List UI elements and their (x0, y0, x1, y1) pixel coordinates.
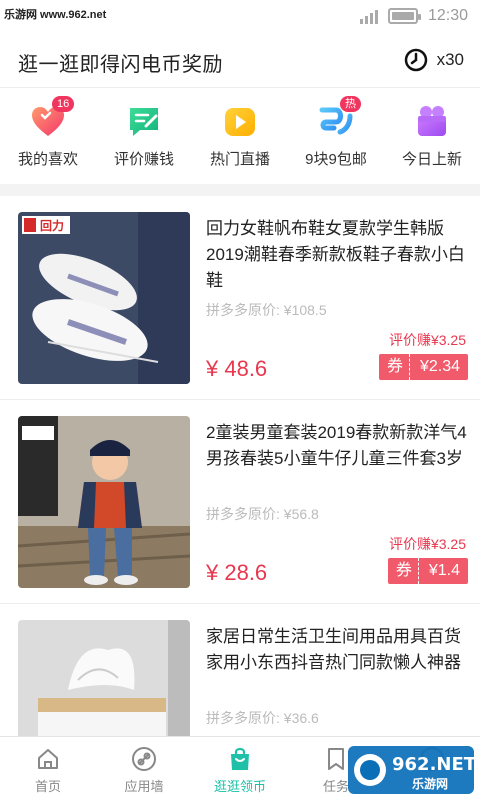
product-image[interactable] (18, 416, 190, 588)
page-title: 逛一逛即得闪电币奖励 (18, 54, 223, 76)
brand-tag: 回力 (40, 218, 64, 233)
category-row: 16 我的喜欢 评价赚钱 热门直播 热 9块9包邮 今日上新 (0, 88, 480, 184)
clock-coin-icon (404, 48, 427, 72)
section-divider (0, 184, 480, 196)
original-price: 拼多多原价: ¥36.6 (206, 710, 319, 726)
tab-label: 逛逛领币 (213, 779, 266, 794)
original-price: 拼多多原价: ¥56.8 (206, 506, 319, 522)
category-live[interactable]: 热门直播 (192, 88, 288, 184)
home-icon (38, 749, 58, 769)
favorites-badge: 16 (52, 96, 75, 112)
link-icon (132, 747, 156, 771)
product-title: 家居日常生活卫生间用品用具百货家用小东西抖音热门同款懒人神器 (206, 627, 461, 672)
product-price: ¥ 48.6 (206, 356, 268, 381)
live-icon (225, 108, 255, 136)
review-icon (130, 108, 158, 136)
product-card[interactable]: 家居日常生活卫生间用品用具百货家用小东西抖音热门同款懒人神器 拼多多原价: ¥3… (0, 604, 480, 736)
category-review[interactable]: 评价赚钱 (96, 88, 192, 184)
tab-label: 任务 (322, 779, 349, 794)
site-watermark-logo: 962.NET 乐游网 (348, 746, 474, 794)
tab-label: 应用墙 (124, 779, 164, 794)
category-label: 热门直播 (209, 151, 270, 168)
category-new-today[interactable]: 今日上新 (384, 88, 480, 184)
logo-text-cn: 乐游网 (412, 776, 448, 791)
tab-home[interactable]: 首页 (0, 737, 96, 800)
nine-yuan-badge: 热 (340, 96, 361, 112)
review-rebate: 评价赚¥3.25 (388, 332, 466, 348)
tab-label: 首页 (34, 779, 61, 794)
coupon-label: 券 (379, 354, 410, 380)
original-price: 拼多多原价: ¥108.5 (206, 302, 327, 318)
product-title: 2童装男童套装2019春款新款洋气4男孩春装5小童牛仔儿童三件套3岁 (206, 423, 467, 468)
review-rebate: 评价赚¥3.25 (388, 536, 466, 552)
product-list: 回力 回力女鞋帆布鞋女夏款学生韩版2019潮鞋春季新款板鞋子春款小白鞋 拼多多原… (0, 196, 480, 736)
signal-icon (359, 8, 378, 24)
product-image[interactable]: 回力 (18, 212, 190, 384)
coupon-button[interactable]: 券 ¥2.34 (378, 354, 468, 380)
category-label: 今日上新 (401, 151, 462, 168)
battery-icon (387, 8, 421, 24)
category-nine-yuan[interactable]: 热 9块9包邮 (288, 88, 384, 184)
coupon-value: ¥2.34 (419, 358, 460, 375)
clock: 12:30 (427, 7, 468, 24)
coin-counter[interactable]: x30 (403, 47, 464, 73)
logo-text-brand: 962.NET (392, 754, 474, 775)
watermark-text: 乐游网 www.962.net (4, 9, 107, 21)
category-label: 我的喜欢 (17, 151, 78, 168)
category-label: 9块9包邮 (305, 151, 367, 168)
bookmark-icon (328, 748, 344, 770)
tab-app-wall[interactable]: 应用墙 (96, 737, 192, 800)
product-image[interactable] (18, 620, 190, 736)
category-favorites[interactable]: 16 我的喜欢 (0, 88, 96, 184)
shopping-bag-icon (231, 747, 249, 770)
status-bar: 乐游网 www.962.net 12:30 (0, 0, 480, 34)
coupon-value: ¥1.4 (428, 562, 460, 579)
product-title: 回力女鞋帆布鞋女夏款学生韩版2019潮鞋春季新款板鞋子春款小白鞋 (206, 219, 465, 290)
coupon-button[interactable]: 券 ¥1.4 (387, 558, 468, 584)
product-card[interactable]: 回力 回力女鞋帆布鞋女夏款学生韩版2019潮鞋春季新款板鞋子春款小白鞋 拼多多原… (0, 196, 480, 400)
coupon-label: 券 (388, 558, 419, 584)
product-price: ¥ 28.6 (206, 560, 268, 585)
coin-count: x30 (436, 50, 464, 69)
product-card[interactable]: 2童装男童套装2019春款新款洋气4男孩春装5小童牛仔儿童三件套3岁 拼多多原价… (0, 400, 480, 604)
header-bar: 逛一逛即得闪电币奖励 x30 (0, 34, 480, 88)
tab-browse-coins[interactable]: 逛逛领币 (192, 737, 288, 800)
gift-icon (418, 106, 446, 136)
category-label: 评价赚钱 (113, 151, 174, 168)
